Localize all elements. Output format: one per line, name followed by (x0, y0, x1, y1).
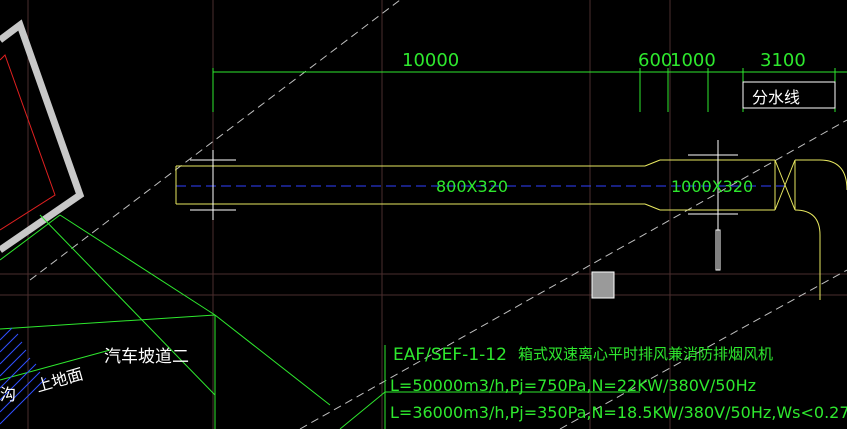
equipment-block[interactable] (591, 271, 615, 299)
duct-size-right: 1000X320 (671, 177, 753, 196)
dim-label-600: 600 (638, 50, 672, 71)
dim-label-1000: 1000 (670, 50, 716, 71)
ramp-label: 汽车坡道二 (104, 347, 189, 367)
dim-label-10000: 10000 (402, 50, 459, 71)
ramp-lines (0, 214, 331, 429)
wall-structure (0, 19, 85, 253)
dim-label-3100: 3100 (760, 50, 806, 71)
ditch-label: 沟 (0, 385, 16, 404)
cad-drawing-canvas[interactable]: 10000 600 1000 3100 分水线 800X320 1000X320… (0, 0, 847, 429)
equipment-tag: EAF/SEF-1-12 (393, 345, 507, 365)
duct-hangers (190, 140, 738, 271)
equipment-description: 箱式双速离心平时排风兼消防排烟风机 (518, 345, 773, 363)
duct-size-left: 800X320 (436, 177, 508, 196)
equipment-spec-2: L=36000m3/h,Pj=350Pa,N=18.5KW/380V/50Hz,… (390, 403, 847, 422)
water-divide-label: 分水线 (752, 88, 800, 107)
equipment-spec-1: L=50000m3/h,Pj=750Pa,N=22KW/380V/50Hz (390, 376, 756, 395)
